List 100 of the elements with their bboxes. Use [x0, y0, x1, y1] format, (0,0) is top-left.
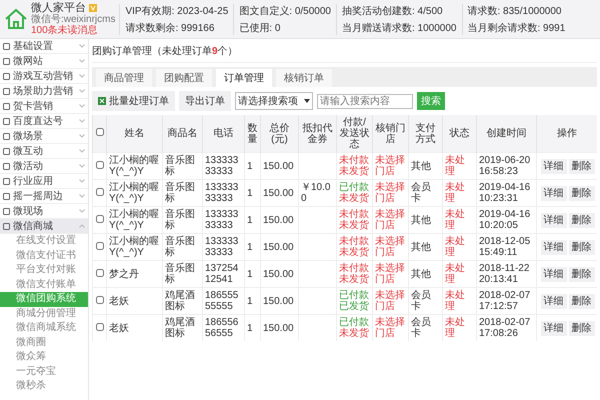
- square-icon: [3, 58, 10, 64]
- table-cell: 其他: [408, 152, 442, 180]
- chevron-icon: [79, 104, 85, 108]
- row-action-button[interactable]: 详细: [540, 266, 566, 282]
- table-cell: 音乐图标: [162, 180, 202, 206]
- chevron-icon: [79, 179, 85, 183]
- chevron-icon: [79, 149, 85, 153]
- submenu-item[interactable]: 微信支付证书: [0, 248, 88, 263]
- tab[interactable]: 订单管理: [216, 69, 272, 87]
- submenu-item[interactable]: 微秒杀: [0, 379, 88, 394]
- row-checkbox[interactable]: [96, 214, 104, 222]
- table-cell: 150.00: [260, 260, 298, 288]
- page-title: 团购订单管理（未处理订单9个）: [92, 44, 238, 58]
- column-header: 电话: [202, 115, 244, 152]
- table-cell: 江小榈的喔Y(^_^)Y: [106, 206, 162, 234]
- row-action-button[interactable]: 删除: [568, 240, 594, 254]
- row-checkbox[interactable]: [96, 296, 104, 304]
- submenu-item[interactable]: 商城分佣管理: [0, 306, 88, 321]
- chevron-icon: [79, 89, 85, 93]
- square-icon: [3, 208, 10, 214]
- row-checkbox[interactable]: [96, 242, 104, 250]
- submenu-item[interactable]: 微商圈: [0, 336, 88, 350]
- stat-text: VIP有效期: 2023-04-25: [125, 4, 228, 18]
- submenu-item[interactable]: 微信支付账单: [0, 278, 88, 292]
- table-cell: 音乐图标: [162, 152, 202, 180]
- table-cell: 150.00: [260, 314, 298, 341]
- row-action-button[interactable]: 详细: [540, 158, 566, 174]
- sidebar-item[interactable]: 百度直达号: [0, 114, 88, 129]
- sidebar-item[interactable]: 摇一摇周边: [0, 189, 88, 204]
- sidebar-item[interactable]: 基础设置: [0, 39, 88, 54]
- tab[interactable]: 商品管理: [96, 69, 152, 87]
- table-cell: 13333333333: [202, 234, 244, 260]
- chevron-icon: [79, 194, 85, 198]
- row-checkbox[interactable]: [96, 268, 104, 276]
- vip-badge-icon: [89, 4, 97, 12]
- table-cell: 2019-04-16 10:20:05: [476, 206, 536, 234]
- sidebar-item[interactable]: 行业应用: [0, 174, 88, 189]
- table-cell: 未处理: [442, 180, 476, 206]
- sidebar-item[interactable]: 贺卡营销: [0, 99, 88, 114]
- square-icon: [3, 132, 10, 140]
- row-checkbox[interactable]: [96, 188, 104, 196]
- row-action-button[interactable]: 详细: [540, 186, 566, 200]
- table-cell: 1: [244, 206, 260, 234]
- row-action-button[interactable]: 删除: [568, 266, 594, 282]
- batch-process-button[interactable]: 批量处理订单: [92, 91, 175, 111]
- table-cell: 鸡尾酒图标: [162, 314, 202, 341]
- row-action-button[interactable]: 删除: [568, 186, 594, 200]
- sidebar-item[interactable]: 场景助力营销: [0, 84, 88, 99]
- search-field-dropdown[interactable]: 请选择搜索项: [235, 92, 313, 110]
- table-cell: 老妖: [106, 288, 162, 314]
- chevron-icon: [79, 59, 85, 63]
- submenu-item[interactable]: 微众筹: [0, 350, 88, 364]
- table-cell: ￥10.00: [298, 180, 336, 206]
- table-cell: 1: [244, 234, 260, 260]
- row-checkbox[interactable]: [96, 160, 104, 168]
- table-cell: 江小榈的喔Y(^_^)Y: [106, 234, 162, 260]
- column-header: 操作: [536, 115, 596, 152]
- select-all-checkbox[interactable]: [96, 128, 104, 136]
- submenu-item[interactable]: 一元夺宝: [0, 364, 88, 379]
- chevron-icon: [79, 209, 85, 213]
- square-icon: [3, 178, 10, 184]
- submenu-item[interactable]: 平台支付对账: [0, 263, 88, 278]
- square-icon: [3, 162, 10, 170]
- payment-status: 未付款: [339, 263, 370, 274]
- table-cell: 13725412541: [202, 260, 244, 288]
- sidebar-item[interactable]: 微场景: [0, 129, 88, 144]
- chevron-icon: [79, 134, 85, 138]
- sidebar-item[interactable]: 微信商城: [0, 219, 88, 234]
- stat-text: 已使用: 0: [239, 22, 282, 34]
- submenu-item[interactable]: 微信商城系统: [0, 321, 88, 336]
- table-cell: 未选择门店: [372, 180, 408, 206]
- submenu-item[interactable]: 在线支付设置: [0, 234, 88, 248]
- tab[interactable]: 团购配置: [156, 69, 212, 87]
- row-action-button[interactable]: 删除: [568, 158, 594, 174]
- chevron-icon: [79, 119, 85, 123]
- sidebar-item[interactable]: 微网站: [0, 54, 88, 69]
- row-action-button[interactable]: 详细: [540, 212, 566, 228]
- table-cell: 150.00: [260, 152, 298, 180]
- row-action-button[interactable]: 删除: [568, 320, 594, 336]
- stat-text: 抽奖活动创建数: 4/500: [342, 4, 444, 18]
- export-button[interactable]: 导出订单: [179, 91, 231, 111]
- sidebar-item[interactable]: 微活动: [0, 159, 88, 174]
- payment-status: 已付款: [339, 182, 370, 193]
- row-action-button[interactable]: 删除: [568, 212, 594, 228]
- table-cell: 13333333333: [202, 152, 244, 180]
- table-cell: 其他: [408, 260, 442, 288]
- search-input[interactable]: 请输入搜索内容: [317, 94, 413, 108]
- tab[interactable]: 核销订单: [276, 69, 332, 87]
- row-checkbox[interactable]: [96, 322, 104, 330]
- column-header: 创建时间: [476, 115, 536, 152]
- row-action-button[interactable]: 详细: [540, 240, 566, 254]
- platform-name: 微人家平台: [31, 2, 86, 14]
- row-action-button[interactable]: 详细: [540, 320, 566, 336]
- column-header: 商品名: [162, 115, 202, 152]
- unread-messages-link[interactable]: 100条未读消息: [31, 24, 116, 36]
- row-action-button[interactable]: 详细: [540, 294, 566, 308]
- square-icon: [3, 118, 10, 124]
- sidebar-item[interactable]: 微互动: [0, 144, 88, 159]
- row-action-button[interactable]: 删除: [568, 294, 594, 308]
- sidebar-item[interactable]: 游戏互动营销: [0, 69, 88, 84]
